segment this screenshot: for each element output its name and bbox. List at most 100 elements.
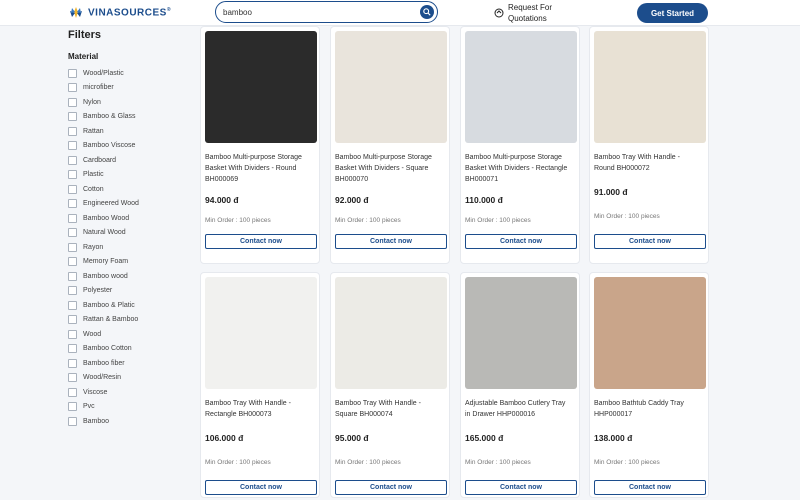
material-checkbox[interactable]: [68, 141, 77, 151]
material-filter-option[interactable]: Wood/Plastic: [68, 66, 139, 81]
material-filter-option[interactable]: Bamboo Wood: [68, 211, 139, 226]
material-filter-option[interactable]: Bamboo Cotton: [68, 342, 139, 357]
material-label: Pvc: [83, 403, 95, 411]
material-filter-option[interactable]: Viscose: [68, 385, 139, 400]
material-checkbox[interactable]: [68, 257, 77, 267]
material-filter-option[interactable]: Plastic: [68, 168, 139, 183]
material-checkbox[interactable]: [68, 344, 77, 354]
material-checkbox[interactable]: [68, 286, 77, 296]
material-checkbox[interactable]: [68, 416, 77, 426]
material-checkbox[interactable]: [68, 300, 77, 310]
product-card[interactable]: Bamboo Tray With Handle - Round BH000072 9…: [589, 26, 709, 264]
material-filter-option[interactable]: Rayon: [68, 240, 139, 255]
search-input[interactable]: [223, 5, 418, 19]
product-title[interactable]: Adjustable Bamboo Cutlery Tray in Drawer …: [465, 398, 577, 420]
product-title[interactable]: Bamboo Multi-purpose Storage Basket With …: [465, 152, 577, 185]
square-tray-photo[interactable]: [335, 277, 447, 389]
product-title[interactable]: Bamboo Tray With Handle - Square BH000074: [335, 398, 447, 420]
contact-now-button[interactable]: Contact now: [465, 480, 577, 495]
material-filter-option[interactable]: Bamboo wood: [68, 269, 139, 284]
material-checkbox[interactable]: [68, 126, 77, 136]
material-filter-option[interactable]: Memory Foam: [68, 255, 139, 270]
material-filter-list: Wood/Plastic microfiber Nylon Bamboo & Glas…: [68, 66, 139, 429]
material-checkbox[interactable]: [68, 271, 77, 281]
logo-text: VINASOURCES®: [88, 7, 172, 19]
material-checkbox[interactable]: [68, 83, 77, 93]
material-filter-option[interactable]: Rattan & Bamboo: [68, 313, 139, 328]
material-label: Wood/Resin: [83, 374, 122, 382]
contact-now-button[interactable]: Contact now: [594, 480, 706, 495]
material-filter-option[interactable]: Bamboo fiber: [68, 356, 139, 371]
material-checkbox[interactable]: [68, 155, 77, 165]
product-price: 95.000 đ: [335, 433, 369, 443]
min-order-label: Min Order : 100 pieces: [205, 459, 271, 466]
contact-now-button[interactable]: Contact now: [594, 234, 706, 249]
bathtub-caddy-photo[interactable]: [594, 277, 706, 389]
product-card[interactable]: Bamboo Multi-purpose Storage Basket With …: [460, 26, 580, 264]
contact-now-button[interactable]: Contact now: [205, 480, 317, 495]
material-filter-option[interactable]: Pvc: [68, 400, 139, 415]
cutlery-tray-photo[interactable]: [465, 277, 577, 389]
material-label: microfiber: [83, 84, 114, 92]
square-basket-photo[interactable]: [335, 31, 447, 143]
product-title[interactable]: Bamboo Multi-purpose Storage Basket With …: [205, 152, 317, 185]
product-card[interactable]: Adjustable Bamboo Cutlery Tray in Drawer …: [460, 272, 580, 498]
material-label: Bamboo & Platic: [83, 301, 135, 309]
product-card[interactable]: Bamboo Tray With Handle - Rectangle BH000…: [200, 272, 320, 498]
round-tray-photo[interactable]: [594, 31, 706, 143]
contact-now-button[interactable]: Contact now: [205, 234, 317, 249]
product-title[interactable]: Bamboo Tray With Handle - Rectangle BH000…: [205, 398, 317, 420]
material-checkbox[interactable]: [68, 170, 77, 180]
material-checkbox[interactable]: [68, 373, 77, 383]
material-filter-option[interactable]: Cotton: [68, 182, 139, 197]
contact-now-button[interactable]: Contact now: [465, 234, 577, 249]
min-order-label: Min Order : 100 pieces: [335, 217, 401, 224]
material-checkbox[interactable]: [68, 315, 77, 325]
material-filter-option[interactable]: Wood/Resin: [68, 371, 139, 386]
product-card[interactable]: Bamboo Bathtub Caddy Tray HHP000017 138.00…: [589, 272, 709, 498]
product-title[interactable]: Bamboo Multi-purpose Storage Basket With …: [335, 152, 447, 185]
material-filter-option[interactable]: Natural Wood: [68, 226, 139, 241]
product-card[interactable]: Bamboo Multi-purpose Storage Basket With …: [200, 26, 320, 264]
product-card[interactable]: Bamboo Multi-purpose Storage Basket With …: [330, 26, 450, 264]
material-checkbox[interactable]: [68, 213, 77, 223]
material-checkbox[interactable]: [68, 68, 77, 78]
material-filter-option[interactable]: Rattan: [68, 124, 139, 139]
material-filter-option[interactable]: Bamboo & Platic: [68, 298, 139, 313]
product-price: 92.000 đ: [335, 195, 369, 205]
material-filter-option[interactable]: Polyester: [68, 284, 139, 299]
material-filter-option[interactable]: Engineered Wood: [68, 197, 139, 212]
rectangle-tray-photo[interactable]: [205, 277, 317, 389]
material-checkbox[interactable]: [68, 228, 77, 238]
product-price: 138.000 đ: [594, 433, 633, 443]
product-title[interactable]: Bamboo Tray With Handle - Round BH000072: [594, 152, 706, 174]
material-filter-option[interactable]: Bamboo: [68, 414, 139, 429]
contact-now-button[interactable]: Contact now: [335, 480, 447, 495]
material-checkbox[interactable]: [68, 358, 77, 368]
material-filter-option[interactable]: Nylon: [68, 95, 139, 110]
round-basket-photo[interactable]: [205, 31, 317, 143]
material-filter-option[interactable]: Bamboo & Glass: [68, 110, 139, 125]
material-filter-option[interactable]: Wood: [68, 327, 139, 342]
material-filter-option[interactable]: microfiber: [68, 81, 139, 96]
material-label: Cardboard: [83, 156, 117, 164]
material-checkbox[interactable]: [68, 402, 77, 412]
material-checkbox[interactable]: [68, 387, 77, 397]
get-started-button[interactable]: Get Started: [637, 3, 708, 23]
material-checkbox[interactable]: [68, 97, 77, 107]
material-checkbox[interactable]: [68, 329, 77, 339]
contact-now-button[interactable]: Contact now: [335, 234, 447, 249]
material-checkbox[interactable]: [68, 242, 77, 252]
material-filter-option[interactable]: Cardboard: [68, 153, 139, 168]
min-order-label: Min Order : 100 pieces: [465, 217, 531, 224]
product-title[interactable]: Bamboo Bathtub Caddy Tray HHP000017: [594, 398, 706, 420]
product-card[interactable]: Bamboo Tray With Handle - Square BH000074…: [330, 272, 450, 498]
rectangle-basket-photo[interactable]: [465, 31, 577, 143]
material-checkbox[interactable]: [68, 112, 77, 122]
material-checkbox[interactable]: [68, 199, 77, 209]
material-checkbox[interactable]: [68, 184, 77, 194]
vinasources-logo[interactable]: VINASOURCES®: [68, 5, 171, 21]
material-filter-option[interactable]: Bamboo Viscose: [68, 139, 139, 154]
request-for-quotations-link[interactable]: Request For Quotations: [494, 2, 552, 24]
search-button[interactable]: [420, 5, 434, 19]
